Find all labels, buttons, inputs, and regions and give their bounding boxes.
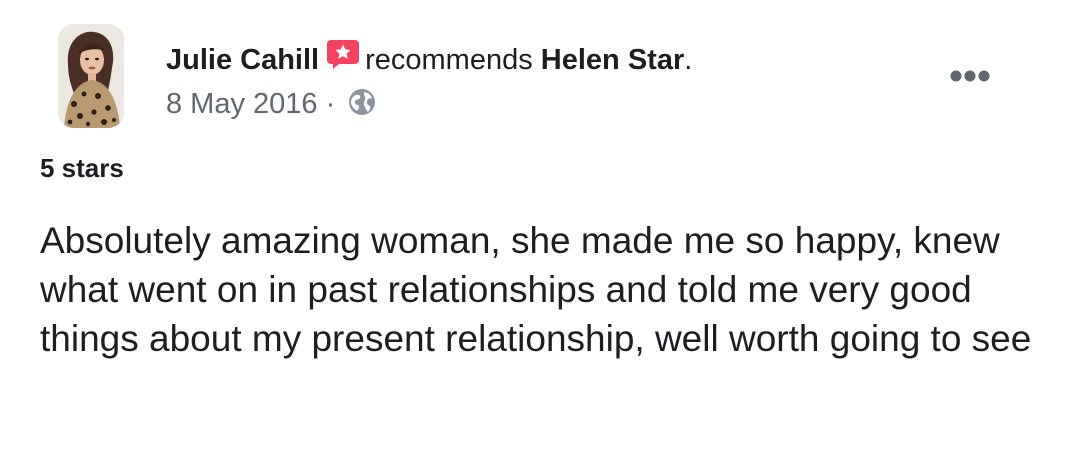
meta-separator: · [325,88,336,120]
post-date-link[interactable]: 8 May 2016 [166,88,318,120]
page-name-link[interactable]: Helen Star [541,44,684,76]
post-meta: 8 May 2016 · [166,86,377,122]
recommendation-post: Julie Cahill recommends Helen Star. 8 Ma… [0,0,1080,450]
avatar[interactable] [58,24,124,128]
action-text: recommends [365,44,533,76]
recommend-badge-icon [327,40,360,69]
rating-label: 5 stars [40,153,124,183]
recommendation-text: Absolutely amazing woman, she made me so… [40,220,1032,359]
more-options-icon[interactable] [942,58,998,94]
page-suffix: . [684,44,693,76]
post-header: Julie Cahill recommends Helen Star. [166,36,692,78]
globe-icon[interactable] [347,87,377,117]
avatar-photo [58,24,124,128]
author-name-link[interactable]: Julie Cahill [166,44,319,76]
